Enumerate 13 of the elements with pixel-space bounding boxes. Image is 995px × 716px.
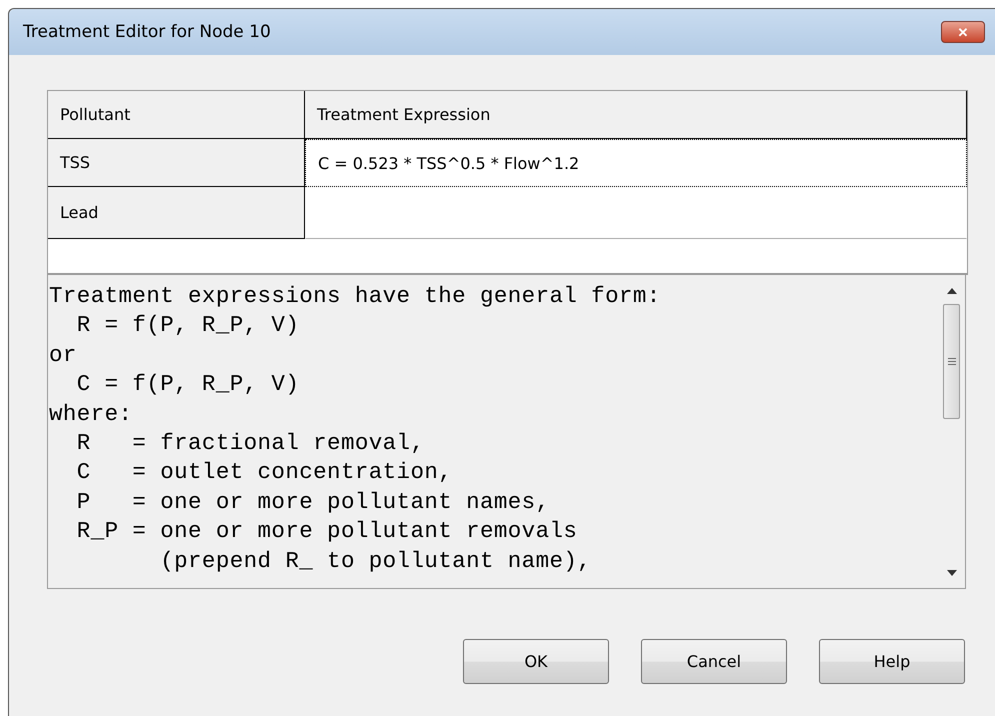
- scroll-down-icon[interactable]: [946, 570, 956, 576]
- expression-cell[interactable]: C = 0.523 * TSS^0.5 * Flow^1.2: [305, 139, 967, 187]
- dialog-button[interactable]: OK: [463, 639, 609, 684]
- scroll-thumb[interactable]: [943, 304, 960, 419]
- scroll-up-icon[interactable]: [946, 288, 956, 294]
- dialog-button[interactable]: Cancel: [641, 639, 787, 684]
- column-header: Pollutant: [48, 91, 305, 139]
- column-header: Treatment Expression: [305, 91, 967, 139]
- pollutant-cell: TSS: [48, 139, 305, 187]
- window-title: Treatment Editor for Node 10: [23, 22, 271, 42]
- pollutant-cell: Lead: [48, 187, 305, 239]
- dialog-button[interactable]: Help: [819, 639, 965, 684]
- help-text: Treatment expressions have the general form: R = f(P, R_P, V) or C = f(P, R_P, V) where: R = fractional removal, C = outlet concentration, P = one or more pollutant names, R_P = one or more pollutant removals (prepend R_ to pollutant name),: [48, 282, 662, 576]
